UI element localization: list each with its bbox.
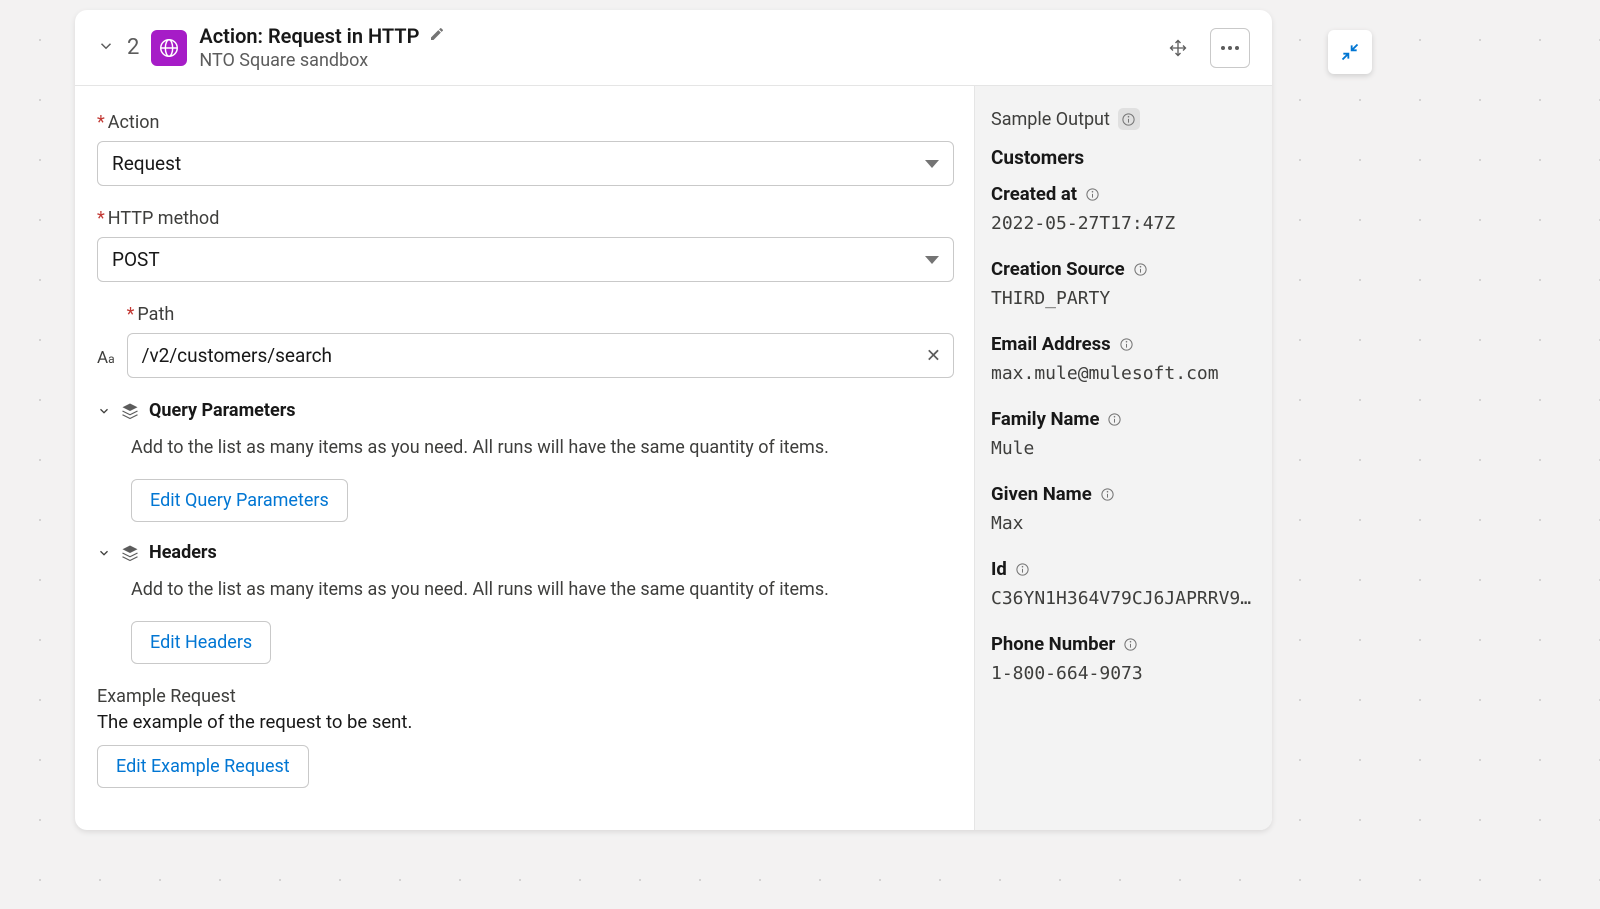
output-field-value: THIRD_PARTY — [991, 288, 1256, 309]
expand-toggle[interactable] — [97, 37, 115, 59]
info-icon[interactable] — [1085, 187, 1100, 202]
layers-icon — [121, 402, 139, 420]
card-header: 2 Action: Request in HTTP NTO Square san… — [75, 10, 1272, 86]
output-field-value: C36YN1H364V79CJ6JAPRRV9F… — [991, 588, 1256, 609]
example-request-desc: The example of the request to be sent. — [97, 711, 954, 733]
output-field: Email Address max.mule@mulesoft.com — [991, 333, 1256, 384]
clear-input-button[interactable]: ✕ — [926, 345, 941, 366]
info-icon[interactable] — [1118, 108, 1140, 130]
query-params-desc: Add to the list as many items as you nee… — [131, 435, 954, 461]
output-field-label: Family Name — [991, 408, 1099, 430]
edit-query-params-button[interactable]: Edit Query Parameters — [131, 479, 348, 522]
output-field-label: Phone Number — [991, 633, 1115, 655]
info-icon[interactable] — [1100, 487, 1115, 502]
path-input[interactable]: /v2/customers/search ✕ — [127, 333, 954, 378]
headers-desc: Add to the list as many items as you nee… — [131, 577, 954, 603]
info-icon[interactable] — [1107, 412, 1122, 427]
output-field-value: Mule — [991, 438, 1256, 459]
move-button[interactable] — [1158, 28, 1198, 68]
layers-icon — [121, 544, 139, 562]
edit-headers-button[interactable]: Edit Headers — [131, 621, 271, 664]
output-group-customers: Customers — [991, 146, 1256, 169]
card-title: Action: Request in HTTP — [199, 24, 419, 48]
query-params-title: Query Parameters — [149, 400, 296, 421]
output-field-value: 1-800-664-9073 — [991, 663, 1256, 684]
action-label: *Action — [97, 112, 954, 133]
action-select[interactable]: Request — [97, 141, 954, 186]
action-card: 2 Action: Request in HTTP NTO Square san… — [75, 10, 1272, 830]
info-icon[interactable] — [1133, 262, 1148, 277]
output-field-value: 2022-05-27T17:47Z — [991, 213, 1256, 234]
output-field-label: Email Address — [991, 333, 1111, 355]
query-params-toggle[interactable]: Query Parameters — [97, 400, 954, 421]
output-field-label: Created at — [991, 183, 1077, 205]
text-mode-toggle[interactable]: Aa — [97, 348, 115, 378]
sample-output-title: Sample Output — [991, 109, 1110, 130]
edit-example-request-button[interactable]: Edit Example Request — [97, 745, 309, 788]
form-panel: *Action Request *HTTP method POST Aa *Pa… — [75, 86, 974, 830]
collapse-panel-button[interactable] — [1328, 30, 1372, 74]
card-subtitle: NTO Square sandbox — [199, 50, 445, 71]
output-field-label: Given Name — [991, 483, 1092, 505]
output-field: Creation Source THIRD_PARTY — [991, 258, 1256, 309]
info-icon[interactable] — [1015, 562, 1030, 577]
more-options-button[interactable] — [1210, 28, 1250, 68]
headers-title: Headers — [149, 542, 217, 563]
info-icon[interactable] — [1119, 337, 1134, 352]
http-method-select[interactable]: POST — [97, 237, 954, 282]
chevron-down-icon — [925, 256, 939, 264]
step-number: 2 — [127, 35, 139, 60]
path-label: *Path — [127, 304, 954, 325]
chevron-down-icon — [925, 160, 939, 168]
output-field: Given Name Max — [991, 483, 1256, 534]
output-field-value: max.mule@mulesoft.com — [991, 363, 1256, 384]
headers-toggle[interactable]: Headers — [97, 542, 954, 563]
output-field-value: Max — [991, 513, 1256, 534]
info-icon[interactable] — [1123, 637, 1138, 652]
output-field: Phone Number 1-800-664-9073 — [991, 633, 1256, 684]
output-field: Id C36YN1H364V79CJ6JAPRRV9F… — [991, 558, 1256, 609]
output-field: Family Name Mule — [991, 408, 1256, 459]
output-field-label: Id — [991, 558, 1007, 580]
http-globe-icon — [151, 30, 187, 66]
edit-title-button[interactable] — [429, 26, 445, 46]
output-field: Created at 2022-05-27T17:47Z — [991, 183, 1256, 234]
http-method-label: *HTTP method — [97, 208, 954, 229]
output-field-label: Creation Source — [991, 258, 1125, 280]
example-request-label: Example Request — [97, 686, 954, 707]
sample-output-panel: Sample Output Customers Created at 2022-… — [974, 86, 1272, 830]
